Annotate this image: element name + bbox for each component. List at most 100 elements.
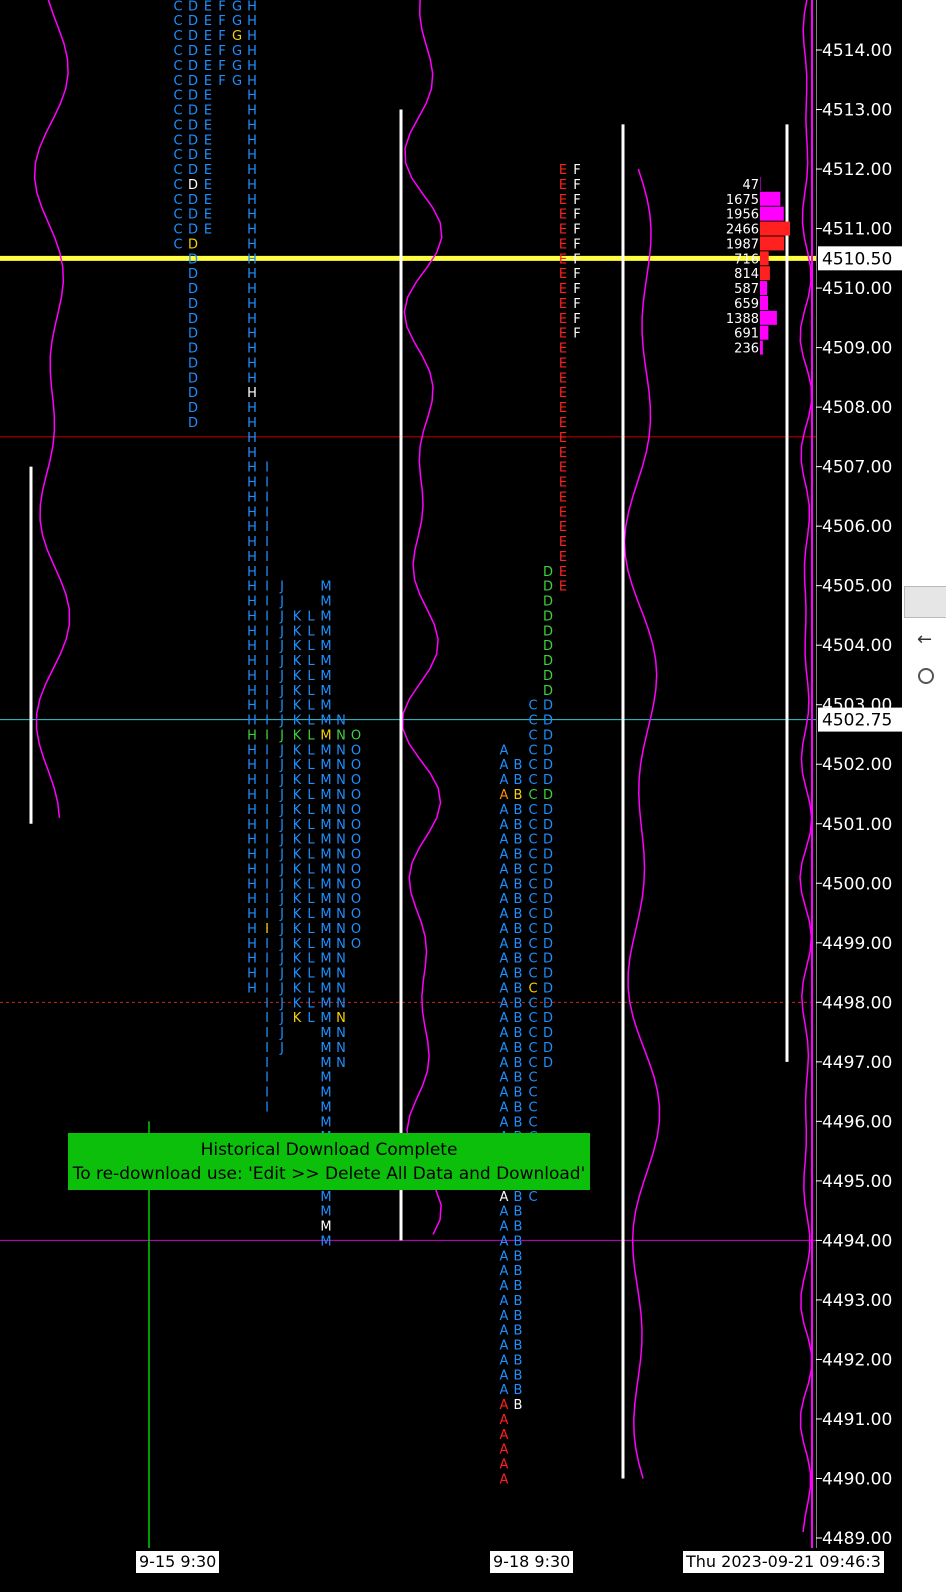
tpo-letter: E bbox=[204, 208, 212, 223]
tpo-letter: C bbox=[528, 848, 537, 863]
tpo-letter: H bbox=[247, 401, 257, 416]
tpo-letter: B bbox=[514, 952, 523, 967]
tpo-letter: C bbox=[528, 1086, 537, 1101]
tpo-letter: C bbox=[528, 892, 537, 907]
tpo-letter: D bbox=[543, 1011, 553, 1026]
tpo-letter: D bbox=[543, 758, 553, 773]
tpo-letter: F bbox=[573, 312, 580, 327]
session-3-volume-profile bbox=[623, 168, 661, 1479]
tpo-letter: H bbox=[247, 833, 257, 848]
tpo-letter: E bbox=[559, 312, 567, 327]
tpo-letter: J bbox=[279, 803, 284, 818]
tpo-letter: J bbox=[279, 758, 284, 773]
tpo-letter: C bbox=[528, 967, 537, 982]
tpo-letter: O bbox=[351, 937, 361, 952]
tpo-letter: E bbox=[204, 104, 212, 119]
tpo-letter: J bbox=[279, 981, 284, 996]
tpo-chart[interactable]: CCCCCCCCCCCCCCCCCDDDDDDDDDDDDDDDDDDDDDDD… bbox=[0, 0, 816, 1548]
tpo-letter: C bbox=[528, 1071, 537, 1086]
depth-volume: 587 bbox=[734, 282, 759, 297]
tpo-letter: A bbox=[500, 1472, 509, 1487]
tpo-letter: A bbox=[500, 1041, 509, 1056]
tpo-letter: H bbox=[247, 728, 257, 743]
chart-area[interactable]: CCCCCCCCCCCCCCCCCDDDDDDDDDDDDDDDDDDDDDDD… bbox=[0, 0, 946, 1592]
tpo-letter: H bbox=[247, 520, 257, 535]
tpo-letter: C bbox=[173, 74, 182, 89]
tpo-letter: I bbox=[265, 967, 269, 982]
tpo-letter: D bbox=[543, 952, 553, 967]
tpo-letter: I bbox=[265, 758, 269, 773]
tpo-letter: H bbox=[247, 550, 257, 565]
price-axis[interactable]: 4514.00 4513.00 4512.00 4511.00 4510.00 4509.… bbox=[816, 0, 902, 1592]
tpo-letter: H bbox=[247, 848, 257, 863]
tpo-letter: I bbox=[265, 550, 269, 565]
tpo-letter: A bbox=[500, 1071, 509, 1086]
back-arrow-icon[interactable]: ← bbox=[917, 629, 932, 650]
price-tick-label: 4497.00 bbox=[822, 1053, 892, 1073]
depth-bar bbox=[760, 266, 770, 281]
price-tick-label: 4514.00 bbox=[822, 41, 892, 61]
tpo-letter: H bbox=[247, 163, 257, 178]
tpo-letter: I bbox=[265, 565, 269, 580]
tpo-letter: B bbox=[514, 1220, 523, 1235]
tpo-letter: J bbox=[279, 743, 284, 758]
side-panel-tab[interactable] bbox=[904, 586, 946, 618]
tpo-letter: D bbox=[543, 1041, 553, 1056]
tpo-letter: H bbox=[247, 267, 257, 282]
tpo-letter: B bbox=[514, 1011, 523, 1026]
tpo-letter: J bbox=[279, 1041, 284, 1056]
tpo-letter: H bbox=[247, 74, 257, 89]
tpo-letter: C bbox=[528, 743, 537, 758]
tpo-letter: H bbox=[247, 371, 257, 386]
tpo-letter: L bbox=[307, 922, 315, 937]
tpo-letter: A bbox=[500, 758, 509, 773]
tpo-letter: A bbox=[500, 1353, 509, 1368]
tpo-letter: L bbox=[307, 907, 315, 922]
tpo-letter: M bbox=[320, 639, 331, 654]
tpo-letter: D bbox=[543, 624, 553, 639]
tpo-letter: I bbox=[265, 684, 269, 699]
tpo-letter: A bbox=[500, 1190, 509, 1205]
session-1-volume-profile bbox=[33, 0, 71, 818]
tpo-letter: D bbox=[543, 967, 553, 982]
tpo-letter: H bbox=[247, 803, 257, 818]
tpo-letter: B bbox=[514, 758, 523, 773]
tpo-letter: M bbox=[320, 1205, 331, 1220]
tpo-letter: E bbox=[204, 163, 212, 178]
tpo-letter: K bbox=[293, 937, 302, 952]
tpo-letter: F bbox=[573, 208, 580, 223]
tpo-letter: D bbox=[543, 892, 553, 907]
tpo-letter: D bbox=[188, 104, 198, 119]
tpo-letter: J bbox=[279, 877, 284, 892]
price-tick-label: 4504.00 bbox=[822, 636, 892, 656]
tpo-letter: H bbox=[247, 0, 257, 14]
tpo-letter: N bbox=[336, 788, 346, 803]
tpo-letter: B bbox=[514, 892, 523, 907]
tpo-letter: M bbox=[320, 1190, 331, 1205]
tpo-letter: D bbox=[188, 59, 198, 74]
tpo-letter: N bbox=[336, 907, 346, 922]
tpo-letter: I bbox=[265, 580, 269, 595]
tpo-letter: C bbox=[528, 714, 537, 729]
tpo-letter: E bbox=[204, 148, 212, 163]
tpo-letter: M bbox=[320, 952, 331, 967]
tpo-letter: O bbox=[351, 773, 361, 788]
tpo-letter: L bbox=[307, 952, 315, 967]
tpo-letter: H bbox=[247, 282, 257, 297]
settings-icon[interactable] bbox=[918, 668, 934, 684]
tpo-letter: E bbox=[559, 193, 567, 208]
tpo-letter: C bbox=[173, 193, 182, 208]
tpo-letter: L bbox=[307, 609, 315, 624]
price-tick-label: 4490.00 bbox=[822, 1469, 892, 1489]
tpo-letter: H bbox=[247, 59, 257, 74]
tpo-letter: H bbox=[247, 312, 257, 327]
tpo-letter: K bbox=[293, 773, 302, 788]
tpo-letter: F bbox=[573, 163, 580, 178]
tpo-letter: N bbox=[336, 877, 346, 892]
tpo-letter: J bbox=[279, 654, 284, 669]
price-tick-label: 4513.00 bbox=[822, 101, 892, 121]
tpo-letter: A bbox=[500, 1249, 509, 1264]
tpo-letter: M bbox=[320, 848, 331, 863]
tpo-letter: D bbox=[188, 89, 198, 104]
tpo-letter: O bbox=[351, 892, 361, 907]
